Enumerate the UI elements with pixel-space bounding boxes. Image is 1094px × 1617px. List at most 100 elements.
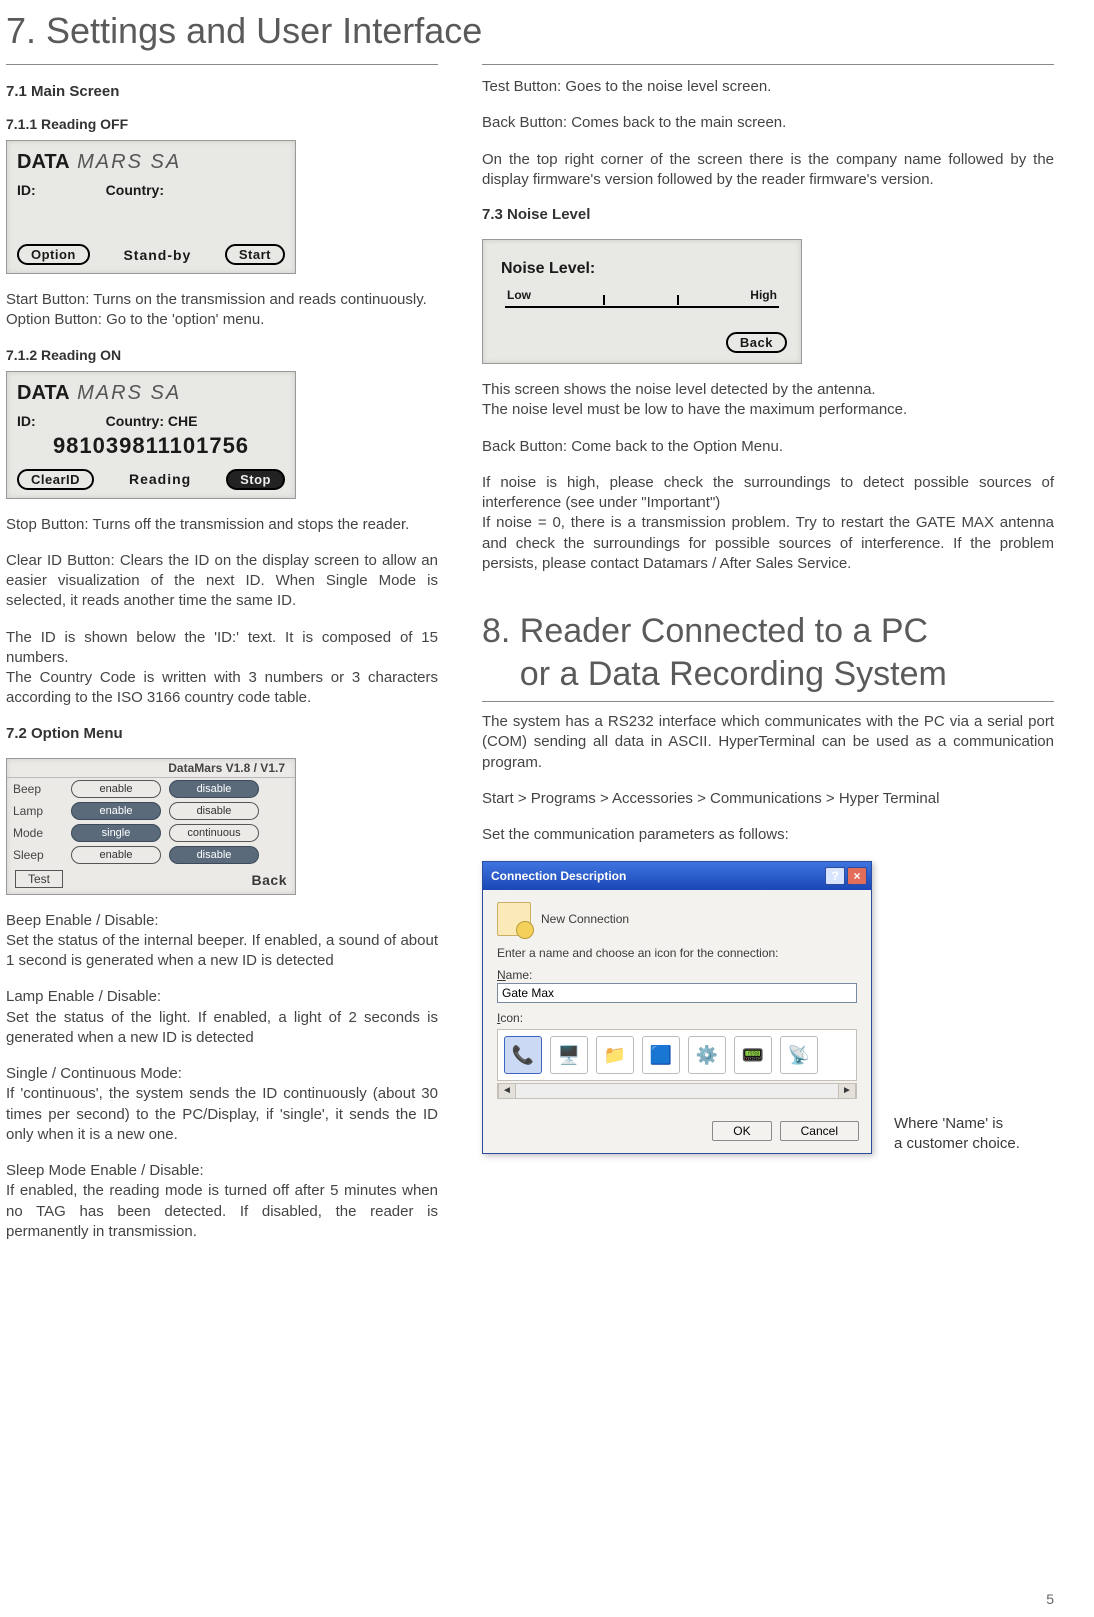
option-menu-screen: DataMars V1.8 / V1.7 Beep enable disable… — [6, 758, 296, 895]
heading-7-1-2: 7.1.2 Reading ON — [6, 347, 438, 363]
scroll-right-icon[interactable]: ► — [838, 1084, 856, 1098]
side-note: Where 'Name' is a customer choice. — [894, 1114, 1054, 1155]
dialog-title: Connection Description — [491, 869, 626, 883]
section-8-title: 8. Reader Connected to a PC or a Data Re… — [482, 610, 1054, 695]
lcd2-country-label: Country: CHE — [106, 413, 198, 429]
grid-icon[interactable]: 🖥️ — [550, 1036, 588, 1074]
opt-label-lamp: Lamp — [13, 804, 67, 818]
noise-title: Noise Level: — [501, 260, 787, 278]
section-7-title: 7. Settings and User Interface — [6, 10, 1054, 52]
opt-back-button[interactable]: Back — [252, 870, 287, 888]
opt-label-beep: Beep — [13, 782, 67, 796]
lcd2-stop-button[interactable]: Stop — [226, 469, 285, 490]
text-72c: If 'continuous', the system sends the ID… — [6, 1084, 438, 1145]
help-button[interactable]: ? — [825, 867, 845, 885]
connection-description-dialog: Connection Description ? × New Connectio… — [482, 861, 872, 1154]
opt-mode-single[interactable]: single — [71, 824, 161, 842]
text-73a: This screen shows the noise level detect… — [482, 380, 1054, 400]
text-712b: Clear ID Button: Clears the ID on the di… — [6, 551, 438, 612]
dialog-titlebar[interactable]: Connection Description ? × — [483, 862, 871, 890]
close-button[interactable]: × — [847, 867, 867, 885]
text-72a-title: Beep Enable / Disable: — [6, 911, 438, 931]
text-711a: Start Button: Turns on the transmission … — [6, 290, 438, 310]
lcd2-clearid-button[interactable]: ClearID — [17, 469, 94, 490]
text-73b: The noise level must be low to have the … — [482, 400, 1054, 420]
grid-icon[interactable]: 📟 — [734, 1036, 772, 1074]
text-8a: The system has a RS232 interface which c… — [482, 712, 1054, 773]
opt-mode-continuous[interactable]: continuous — [169, 824, 259, 842]
opt-lamp-disable[interactable]: disable — [169, 802, 259, 820]
text-73e: If noise = 0, there is a transmission pr… — [482, 513, 1054, 574]
opt-beep-disable[interactable]: disable — [169, 780, 259, 798]
name-label: Name: — [497, 968, 857, 982]
opt-sleep-enable[interactable]: enable — [71, 846, 161, 864]
icon-label: Icon: — [497, 1011, 857, 1025]
text-73d: If noise is high, please check the surro… — [482, 473, 1054, 514]
lcd2-id-value: 981039811101756 — [17, 433, 285, 459]
grid-icon[interactable]: 📞 — [504, 1036, 542, 1074]
opt-label-mode: Mode — [13, 826, 67, 840]
new-connection-icon — [497, 902, 531, 936]
right-column: Test Button: Goes to the noise level scr… — [482, 64, 1054, 1258]
lcd1-logo: DATA MARS SA — [17, 151, 181, 174]
opt-beep-enable[interactable]: enable — [71, 780, 161, 798]
text-712c: The ID is shown below the 'ID:' text. It… — [6, 628, 438, 669]
lcd-noise-level: Noise Level: Low High Back — [482, 239, 802, 364]
grid-icon[interactable]: ⚙️ — [688, 1036, 726, 1074]
text-712d: The Country Code is written with 3 numbe… — [6, 668, 438, 709]
noise-bar: Low High — [505, 288, 779, 308]
option-header: DataMars V1.8 / V1.7 — [7, 759, 295, 778]
text-72c-title: Single / Continuous Mode: — [6, 1064, 438, 1084]
dialog-prompt: Enter a name and choose an icon for the … — [497, 946, 857, 960]
lcd-reading-on: DATA MARS SA ID: Country: CHE 9810398111… — [6, 371, 296, 499]
text-72b-title: Lamp Enable / Disable: — [6, 987, 438, 1007]
text-72d: If enabled, the reading mode is turned o… — [6, 1181, 438, 1242]
option-row-mode: Mode single continuous — [7, 822, 295, 844]
name-input[interactable] — [497, 983, 857, 1003]
lcd1-start-button[interactable]: Start — [225, 244, 285, 265]
icon-grid[interactable]: 📞 🖥️ 📁 🟦 ⚙️ 📟 📡 — [497, 1029, 857, 1081]
option-row-beep: Beep enable disable — [7, 778, 295, 800]
noise-tick — [603, 295, 605, 305]
opt-label-sleep: Sleep — [13, 848, 67, 862]
text-73c: Back Button: Come back to the Option Men… — [482, 437, 1054, 457]
opt-test-button[interactable]: Test — [15, 870, 63, 888]
scroll-left-icon[interactable]: ◄ — [498, 1084, 516, 1098]
option-row-lamp: Lamp enable disable — [7, 800, 295, 822]
grid-icon[interactable]: 🟦 — [642, 1036, 680, 1074]
text-pr1: Test Button: Goes to the noise level scr… — [482, 77, 1054, 97]
lcd1-country-label: Country: — [106, 182, 164, 198]
cancel-button[interactable]: Cancel — [780, 1121, 859, 1141]
lcd1-id-label: ID: — [17, 182, 36, 198]
text-72b: Set the status of the light. If enabled,… — [6, 1008, 438, 1049]
opt-lamp-enable[interactable]: enable — [71, 802, 161, 820]
text-pr3: On the top right corner of the screen th… — [482, 150, 1054, 191]
text-72d-title: Sleep Mode Enable / Disable: — [6, 1161, 438, 1181]
heading-7-1-1: 7.1.1 Reading OFF — [6, 116, 438, 132]
grid-icon[interactable]: 📁 — [596, 1036, 634, 1074]
noise-tick — [677, 295, 679, 305]
noise-high-label: High — [750, 288, 777, 304]
opt-sleep-disable[interactable]: disable — [169, 846, 259, 864]
lcd-reading-off: DATA MARS SA ID: Country: Option Stand-b… — [6, 140, 296, 274]
heading-7-3: 7.3 Noise Level — [482, 206, 1054, 223]
text-712a: Stop Button: Turns off the transmission … — [6, 515, 438, 535]
lcd1-status: Stand-by — [123, 247, 191, 263]
text-72a: Set the status of the internal beeper. I… — [6, 931, 438, 972]
new-connection-label: New Connection — [541, 912, 629, 926]
lcd2-logo: DATA MARS SA — [17, 382, 181, 405]
icon-scrollbar[interactable]: ◄ ► — [497, 1083, 857, 1099]
text-8b: Start > Programs > Accessories > Communi… — [482, 789, 1054, 809]
page-number: 5 — [1046, 1591, 1054, 1607]
heading-7-2: 7.2 Option Menu — [6, 725, 438, 742]
lcd2-status: Reading — [129, 471, 191, 487]
text-8c: Set the communication parameters as foll… — [482, 825, 1054, 845]
heading-7-1: 7.1 Main Screen — [6, 83, 438, 100]
left-column: 7.1 Main Screen 7.1.1 Reading OFF DATA M… — [6, 64, 438, 1258]
lcd1-option-button[interactable]: Option — [17, 244, 90, 265]
ok-button[interactable]: OK — [712, 1121, 771, 1141]
noise-low-label: Low — [507, 288, 531, 304]
lcd2-id-label: ID: — [17, 413, 36, 429]
grid-icon[interactable]: 📡 — [780, 1036, 818, 1074]
noise-back-button[interactable]: Back — [726, 332, 787, 353]
